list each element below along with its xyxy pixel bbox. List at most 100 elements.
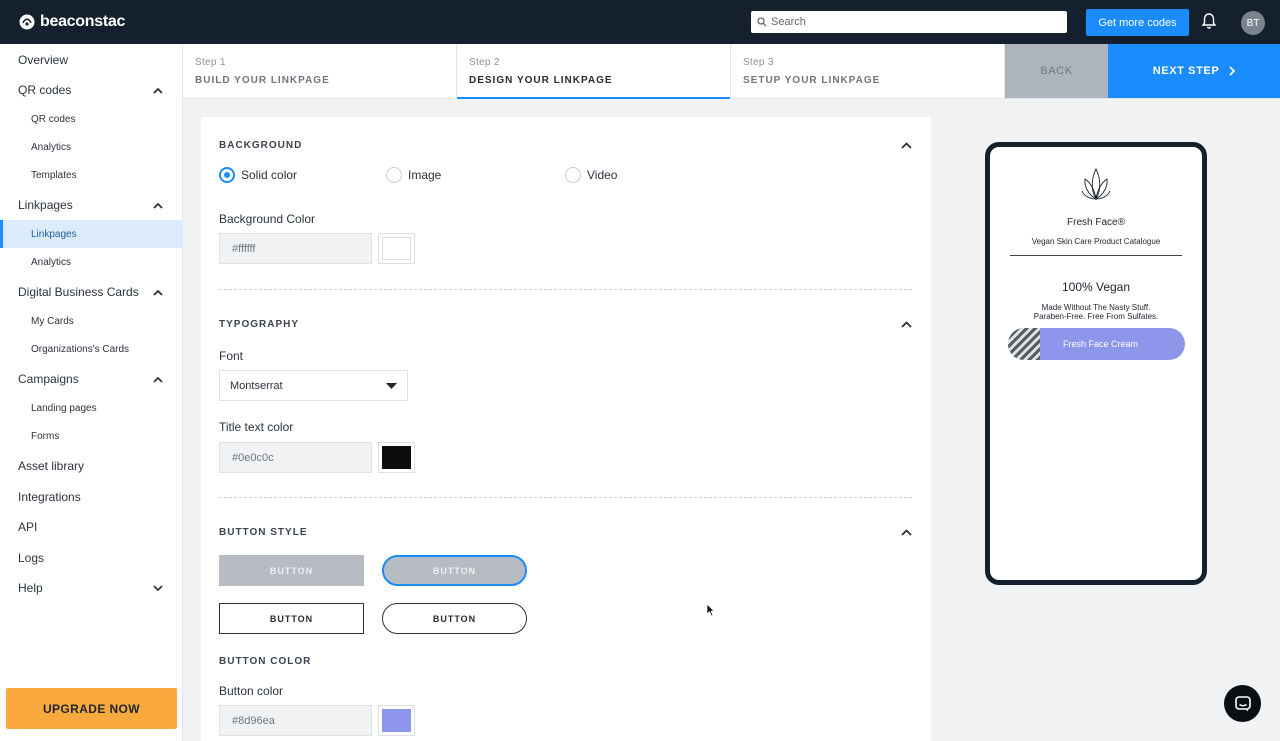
- sidebar-item-label: QR codes: [18, 83, 72, 97]
- sidebar-item-qr-codes[interactable]: QR codes: [0, 106, 183, 132]
- section-divider: [219, 497, 912, 498]
- chevron-up-icon: [153, 202, 163, 209]
- back-label: BACK: [1040, 65, 1073, 77]
- title-text-color-input[interactable]: #0e0c0c: [219, 442, 372, 473]
- step-design[interactable]: Step 2 DESIGN YOUR LINKPAGE: [457, 44, 731, 99]
- button-style-filled-rounded[interactable]: BUTTON: [382, 555, 527, 586]
- button-style-outline-square[interactable]: BUTTON: [219, 603, 364, 634]
- brand-logo[interactable]: beaconstac: [19, 13, 125, 31]
- preview-subtitle: Vegan Skin Care Product Catalogue: [1031, 237, 1161, 246]
- sidebar: Overview QR codes QR codes Analytics Tem…: [0, 44, 183, 741]
- step-number: Step 2: [469, 57, 500, 68]
- background-heading: BACKGROUND: [219, 140, 303, 151]
- font-select[interactable]: Montserrat: [219, 370, 408, 401]
- preview-line-2: Paraben-Free. Free From Sulfates.: [1033, 312, 1159, 321]
- radio-label: Solid color: [241, 168, 298, 182]
- step-setup[interactable]: Step 3 SETUP YOUR LINKPAGE: [731, 44, 1005, 98]
- sidebar-item-help[interactable]: Help: [0, 574, 183, 602]
- sidebar-item-label: Linkpages: [18, 198, 73, 212]
- get-more-codes-button[interactable]: Get more codes: [1086, 9, 1189, 36]
- step-label: SETUP YOUR LINKPAGE: [743, 75, 881, 86]
- design-panel: BACKGROUND Solid color Image Video Backg…: [201, 117, 931, 741]
- search-box[interactable]: [751, 11, 1067, 33]
- sidebar-item-label: Analytics: [31, 141, 72, 153]
- collapse-background-icon[interactable]: [901, 142, 912, 149]
- back-button[interactable]: BACK: [1005, 44, 1108, 98]
- sidebar-item-label: My Cards: [31, 315, 74, 327]
- button-color-input[interactable]: #8d96ea: [219, 705, 372, 736]
- background-color-swatch[interactable]: [378, 233, 415, 264]
- steps-bar: Step 1 BUILD YOUR LINKPAGE Step 2 DESIGN…: [183, 44, 1280, 99]
- bg-option-solid-color[interactable]: Solid color: [219, 167, 297, 183]
- title-text-color-swatch[interactable]: [378, 442, 415, 473]
- chevron-up-icon: [153, 376, 163, 383]
- preview-brand-title: Fresh Face®: [1067, 217, 1125, 228]
- next-step-label: NEXT STEP: [1152, 65, 1220, 77]
- sidebar-item-qr-codes-group[interactable]: QR codes: [0, 76, 183, 104]
- background-color-input[interactable]: #ffffff: [219, 233, 372, 264]
- user-avatar[interactable]: BT: [1241, 11, 1265, 35]
- swatch-fill: [382, 237, 411, 260]
- button-style-filled-square[interactable]: BUTTON: [219, 555, 364, 586]
- sidebar-item-templates[interactable]: Templates: [0, 162, 183, 188]
- section-divider: [219, 289, 912, 290]
- radio-icon: [219, 167, 235, 183]
- sidebar-item-label: API: [18, 520, 38, 534]
- caret-down-icon: [386, 382, 397, 389]
- chevron-down-icon: [153, 584, 163, 591]
- sidebar-item-label: Analytics: [31, 256, 72, 268]
- chevron-up-icon: [153, 87, 163, 94]
- button-style-outline-rounded[interactable]: BUTTON: [382, 603, 527, 634]
- chevron-right-icon: [1229, 66, 1236, 76]
- top-bar: beaconstac Get more codes BT: [0, 0, 1280, 44]
- button-color-swatch[interactable]: [378, 705, 415, 736]
- sidebar-item-qr-analytics[interactable]: Analytics: [0, 134, 183, 160]
- preview-link-button[interactable]: Fresh Face Cream: [1008, 328, 1185, 360]
- step-label: BUILD YOUR LINKPAGE: [195, 75, 330, 86]
- preview-button-thumbnail: [1008, 328, 1040, 360]
- sidebar-item-label: Landing pages: [31, 402, 97, 414]
- sidebar-item-forms[interactable]: Forms: [0, 423, 183, 449]
- sidebar-item-api[interactable]: API: [0, 513, 183, 541]
- radio-label: Video: [587, 168, 618, 182]
- collapse-typography-icon[interactable]: [901, 321, 912, 328]
- sidebar-item-campaigns-group[interactable]: Campaigns: [0, 365, 183, 393]
- search-icon: [757, 17, 767, 27]
- sidebar-item-label: Forms: [31, 430, 60, 442]
- sidebar-item-label: Linkpages: [31, 228, 77, 240]
- chat-icon: [1234, 695, 1251, 711]
- search-input[interactable]: [771, 16, 1051, 28]
- step-build[interactable]: Step 1 BUILD YOUR LINKPAGE: [183, 44, 457, 98]
- preview-line-1: Made Without The Nasty Stuff.: [1041, 303, 1151, 312]
- notifications-bell-icon[interactable]: [1201, 12, 1217, 30]
- sidebar-item-my-cards[interactable]: My Cards: [0, 308, 183, 334]
- radio-icon: [565, 167, 581, 183]
- bg-option-image[interactable]: Image: [386, 167, 441, 183]
- button-color-heading: BUTTON COLOR: [219, 656, 312, 667]
- beaconstac-icon: [19, 14, 35, 30]
- next-step-button[interactable]: NEXT STEP: [1108, 44, 1280, 98]
- sidebar-item-landing-pages[interactable]: Landing pages: [0, 395, 183, 421]
- sidebar-item-label: Logs: [18, 551, 45, 565]
- sidebar-item-linkpages-analytics[interactable]: Analytics: [0, 249, 183, 275]
- step-number: Step 3: [743, 57, 774, 68]
- sidebar-item-digital-business-cards-group[interactable]: Digital Business Cards: [0, 278, 183, 306]
- sidebar-item-label: Help: [18, 581, 43, 595]
- upgrade-now-button[interactable]: UPGRADE NOW: [6, 688, 177, 729]
- sidebar-item-logs[interactable]: Logs: [0, 544, 183, 572]
- swatch-fill: [382, 446, 411, 469]
- chat-launcher-button[interactable]: [1224, 685, 1261, 722]
- bg-option-video[interactable]: Video: [565, 167, 617, 183]
- sidebar-item-label: QR codes: [31, 113, 76, 125]
- sidebar-item-linkpages-group[interactable]: Linkpages: [0, 191, 183, 219]
- brand-name: beaconstac: [40, 13, 126, 30]
- sidebar-item-asset-library[interactable]: Asset library: [0, 452, 183, 480]
- lotus-logo-icon: [1081, 167, 1111, 200]
- sidebar-item-overview[interactable]: Overview: [0, 46, 183, 74]
- chevron-up-icon: [153, 289, 163, 296]
- sidebar-item-integrations[interactable]: Integrations: [0, 483, 183, 511]
- collapse-button-style-icon[interactable]: [901, 529, 912, 536]
- font-label: Font: [219, 349, 244, 363]
- sidebar-item-linkpages[interactable]: Linkpages: [0, 220, 183, 248]
- sidebar-item-organizations-cards[interactable]: Organizations's Cards: [0, 336, 183, 362]
